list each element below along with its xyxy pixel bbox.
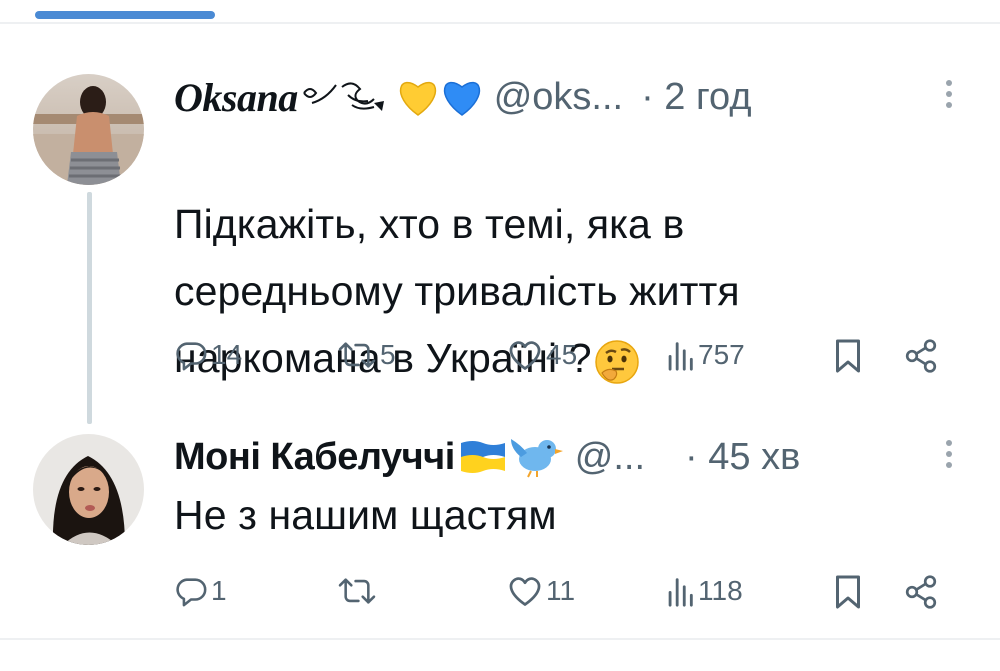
- tweet-header: Моні Кабелуччі @... · 45 хв: [174, 432, 800, 482]
- bookmark-icon: [836, 339, 860, 373]
- share-icon: [905, 575, 937, 609]
- ukraine-flag-icon: [457, 437, 509, 477]
- bookmark-icon: [836, 575, 860, 609]
- divider: [0, 638, 1000, 640]
- tweet-header: Oksana @oks... · 2 год: [174, 72, 752, 122]
- more-icon[interactable]: [946, 80, 952, 108]
- active-tab-indicator: [35, 11, 215, 19]
- more-icon[interactable]: [946, 440, 952, 468]
- bookmark-button[interactable]: [833, 338, 863, 374]
- views-icon: [668, 578, 693, 607]
- avatar[interactable]: [33, 74, 144, 185]
- like-button[interactable]: 45: [507, 338, 577, 372]
- views-button[interactable]: 757: [665, 338, 745, 372]
- reply-count: 14: [211, 339, 243, 370]
- repost-icon: [338, 342, 376, 368]
- bookmark-button[interactable]: [833, 574, 863, 610]
- avatar[interactable]: [33, 434, 144, 545]
- view-count: 757: [698, 339, 745, 370]
- tweet-text: Не з нашим щастям: [174, 492, 557, 538]
- divider: [0, 22, 1000, 24]
- reply-icon: [176, 578, 207, 607]
- like-count: 11: [546, 575, 576, 606]
- handle[interactable]: @...: [575, 436, 645, 479]
- share-icon: [905, 339, 937, 373]
- thread-connector-line: [87, 192, 92, 424]
- handle[interactable]: @oks...: [494, 76, 623, 119]
- views-icon: [668, 342, 693, 371]
- reply-button[interactable]: 1: [174, 574, 227, 608]
- repost-button[interactable]: [337, 574, 380, 608]
- repost-button[interactable]: 5: [337, 338, 396, 372]
- share-button[interactable]: [903, 338, 939, 374]
- reply-button[interactable]: 14: [174, 338, 242, 372]
- heart-icon: [509, 577, 541, 606]
- repost-icon: [338, 578, 376, 604]
- decorative-ornament-icon: [302, 77, 398, 117]
- reply-count: 1: [211, 575, 227, 606]
- heart-icon: [509, 341, 541, 370]
- timestamp[interactable]: · 2 год: [641, 76, 751, 119]
- repost-count: 5: [380, 339, 396, 370]
- reply-icon: [176, 342, 207, 371]
- display-name[interactable]: Oksana: [174, 74, 298, 121]
- tweet-actions: 14 5 45 757: [0, 334, 1000, 378]
- view-count: 118: [698, 575, 743, 606]
- tweet-actions: 1 11 118: [0, 570, 1000, 614]
- bird-icon: [509, 435, 565, 479]
- yellow-heart-icon: [396, 77, 440, 117]
- views-button[interactable]: 118: [665, 574, 743, 608]
- display-name[interactable]: Моні Кабелуччі: [174, 436, 455, 479]
- blue-heart-icon: [440, 77, 484, 117]
- like-button[interactable]: 11: [507, 574, 575, 608]
- like-count: 45: [546, 339, 578, 370]
- timestamp[interactable]: · 45 хв: [685, 436, 800, 479]
- share-button[interactable]: [903, 574, 939, 610]
